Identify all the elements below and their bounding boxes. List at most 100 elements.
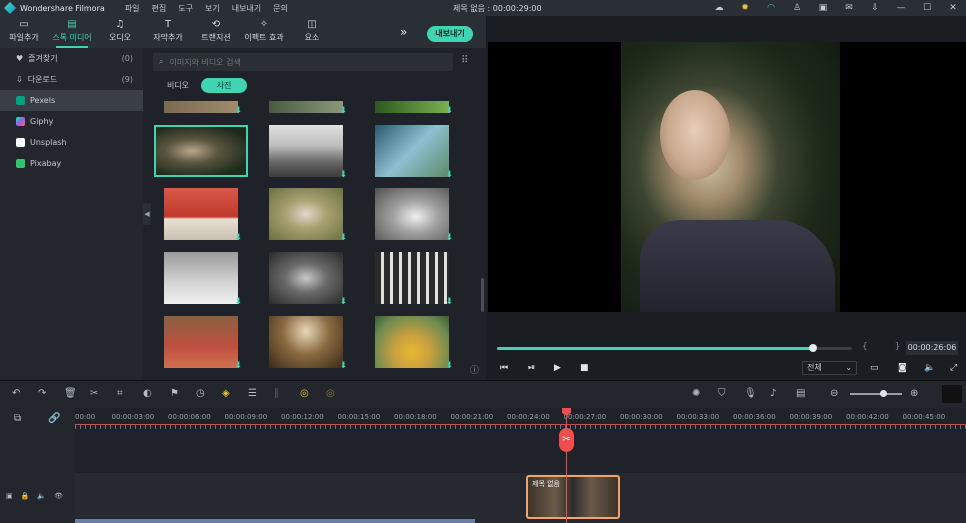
tab-stock-media[interactable]: ▤ 스톡 미디어 bbox=[48, 19, 96, 48]
sidebar-item-pixabay[interactable]: Pixabay bbox=[0, 153, 143, 174]
zoom-out-icon[interactable]: ⊖ bbox=[830, 388, 838, 399]
menu-edit[interactable]: 편집 bbox=[152, 3, 167, 14]
crop-icon[interactable]: ⌗ bbox=[117, 388, 123, 399]
download-icon[interactable]: ⬇ bbox=[445, 170, 453, 180]
save-icon[interactable]: ▣ bbox=[810, 3, 836, 13]
sidebar-item-downloads[interactable]: ⇩ 다운로드 (9) bbox=[0, 69, 143, 90]
photo-toggle[interactable]: 사진 bbox=[201, 78, 247, 93]
sidebar-item-pexels[interactable]: Pexels bbox=[0, 90, 143, 111]
audio-wave-icon[interactable]: ∥ bbox=[274, 388, 279, 399]
speed-icon[interactable]: ◷ bbox=[196, 388, 205, 399]
layout-icon[interactable] bbox=[942, 385, 962, 403]
tab-transitions[interactable]: ⟲ 트랜지션 bbox=[192, 19, 240, 48]
download-icon[interactable]: ⬇ bbox=[234, 106, 242, 116]
lock-icon[interactable]: 🔒 bbox=[21, 492, 30, 500]
undo-icon[interactable]: ↶ bbox=[12, 388, 20, 399]
snapshot-icon[interactable]: ◙ bbox=[898, 363, 907, 373]
sidebar-item-favorites[interactable]: ♥ 즐겨찾기 (0) bbox=[0, 48, 143, 69]
cloud-icon[interactable]: ☁ bbox=[706, 3, 732, 13]
search-box[interactable]: ⌕ bbox=[153, 53, 453, 71]
photo-thumbnail[interactable]: ⬇ bbox=[164, 101, 242, 116]
download-icon[interactable]: ⬇ bbox=[339, 170, 347, 180]
account-icon[interactable]: ♙ bbox=[784, 3, 810, 13]
microphone-icon[interactable]: 🎙 bbox=[744, 388, 757, 399]
headset-icon[interactable]: ◠ bbox=[758, 3, 784, 13]
download-icon[interactable]: ⬇ bbox=[339, 106, 347, 116]
render-icon[interactable]: ✺ bbox=[692, 388, 700, 399]
photo-thumbnail[interactable]: ⬇ bbox=[164, 188, 242, 243]
photo-thumbnail[interactable] bbox=[154, 125, 248, 177]
collapse-sidebar-icon[interactable]: ◀ bbox=[143, 203, 151, 225]
playback-handle[interactable] bbox=[808, 344, 817, 352]
download-icon[interactable]: ⬇ bbox=[234, 361, 242, 371]
stabilize-icon[interactable]: ◎ bbox=[326, 388, 335, 399]
download-icon[interactable]: ⬇ bbox=[445, 297, 453, 307]
cut-icon[interactable]: ✂ bbox=[90, 388, 98, 399]
lightbulb-icon[interactable]: ✹ bbox=[732, 3, 758, 13]
tab-import[interactable]: ▭ 파일추가 bbox=[0, 19, 48, 48]
shield-icon[interactable]: ⛉ bbox=[718, 388, 726, 399]
photo-thumbnail[interactable]: ⬇ bbox=[375, 188, 453, 243]
download-icon[interactable]: ⬇ bbox=[339, 233, 347, 243]
motion-track-icon[interactable]: ◎ bbox=[300, 388, 309, 399]
menu-file[interactable]: 파일 bbox=[125, 3, 140, 14]
subtitle-icon[interactable]: ▤ bbox=[796, 388, 805, 399]
adjust-icon[interactable]: ☰ bbox=[248, 388, 257, 399]
link-icon[interactable]: 🔗 bbox=[48, 413, 60, 424]
scissors-icon[interactable]: ✂ bbox=[559, 428, 574, 452]
menu-view[interactable]: 보기 bbox=[205, 3, 220, 14]
photo-thumbnail[interactable]: ⬇ bbox=[375, 101, 453, 116]
tab-effects[interactable]: ✧ 이펙트 효과 bbox=[240, 19, 288, 48]
photo-thumbnail[interactable]: ⬇ bbox=[164, 316, 242, 371]
track-video-icon[interactable]: ▣ bbox=[6, 492, 13, 500]
add-track-icon[interactable]: ⧉ bbox=[14, 413, 21, 424]
timeline-clip[interactable]: 제목 없음 bbox=[526, 475, 620, 519]
redo-icon[interactable]: ↷ bbox=[38, 388, 46, 399]
monitor-icon[interactable]: ▭ bbox=[870, 363, 879, 373]
play-pause-step-icon[interactable]: ⏯ bbox=[528, 363, 535, 373]
download-icon[interactable]: ⬇ bbox=[234, 233, 242, 243]
download-icon[interactable]: ⬇ bbox=[234, 297, 242, 307]
photo-thumbnail[interactable]: ⬇ bbox=[375, 316, 453, 371]
export-button[interactable]: 내보내기 bbox=[427, 26, 473, 42]
timeline-scrollbar[interactable] bbox=[75, 519, 475, 523]
audio-mixer-icon[interactable]: ♪ bbox=[770, 388, 776, 399]
photo-thumbnail[interactable]: ⬇ bbox=[269, 188, 347, 243]
tab-titles[interactable]: T 자막추가 bbox=[144, 19, 192, 48]
keyframe-icon[interactable]: ◈ bbox=[222, 388, 230, 399]
sidebar-item-unsplash[interactable]: Unsplash bbox=[0, 132, 143, 153]
stop-icon[interactable]: ■ bbox=[580, 363, 589, 373]
download-icon[interactable]: ⬇ bbox=[339, 297, 347, 307]
photo-thumbnail[interactable]: ⬇ bbox=[269, 252, 347, 307]
media-scrollbar[interactable] bbox=[481, 278, 484, 312]
sidebar-item-giphy[interactable]: Giphy bbox=[0, 111, 143, 132]
info-icon[interactable]: ⓘ bbox=[470, 363, 479, 376]
download-icon[interactable]: ⬇ bbox=[445, 361, 453, 371]
photo-thumbnail[interactable]: ⬇ bbox=[269, 316, 347, 371]
zoom-handle[interactable] bbox=[880, 390, 887, 397]
mute-icon[interactable]: 🔈 bbox=[37, 492, 46, 500]
menu-export[interactable]: 내보내기 bbox=[232, 3, 261, 14]
mark-in-out-icon[interactable]: { } bbox=[862, 342, 912, 352]
download-icon[interactable]: ⇩ bbox=[862, 3, 888, 13]
fullscreen-icon[interactable]: ⤢ bbox=[950, 363, 957, 373]
play-icon[interactable]: ▶ bbox=[554, 363, 561, 373]
download-icon[interactable]: ⬇ bbox=[445, 233, 453, 243]
zoom-slider[interactable] bbox=[850, 393, 902, 395]
tab-elements[interactable]: ◫ 요소 bbox=[288, 19, 336, 48]
close-icon[interactable]: ✕ bbox=[940, 3, 966, 13]
menu-help[interactable]: 문의 bbox=[273, 3, 288, 14]
photo-thumbnail[interactable]: ⬇ bbox=[164, 252, 242, 307]
photo-thumbnail[interactable]: ⬇ bbox=[269, 101, 347, 116]
download-icon[interactable]: ⬇ bbox=[339, 361, 347, 371]
menu-tools[interactable]: 도구 bbox=[178, 3, 193, 14]
photo-thumbnail[interactable]: ⬇ bbox=[375, 252, 453, 307]
photo-thumbnail[interactable]: ⬇ bbox=[269, 125, 347, 180]
quality-select[interactable]: 전체 ⌄ bbox=[802, 361, 857, 375]
download-icon[interactable]: ⬇ bbox=[445, 106, 453, 116]
search-input[interactable] bbox=[169, 57, 430, 67]
photo-thumbnail[interactable]: ⬇ bbox=[375, 125, 453, 180]
grid-view-icon[interactable]: ⠿ bbox=[461, 55, 468, 66]
previous-frame-icon[interactable]: ⏮ bbox=[500, 363, 508, 373]
tab-audio[interactable]: ♫ 오디오 bbox=[96, 19, 144, 48]
